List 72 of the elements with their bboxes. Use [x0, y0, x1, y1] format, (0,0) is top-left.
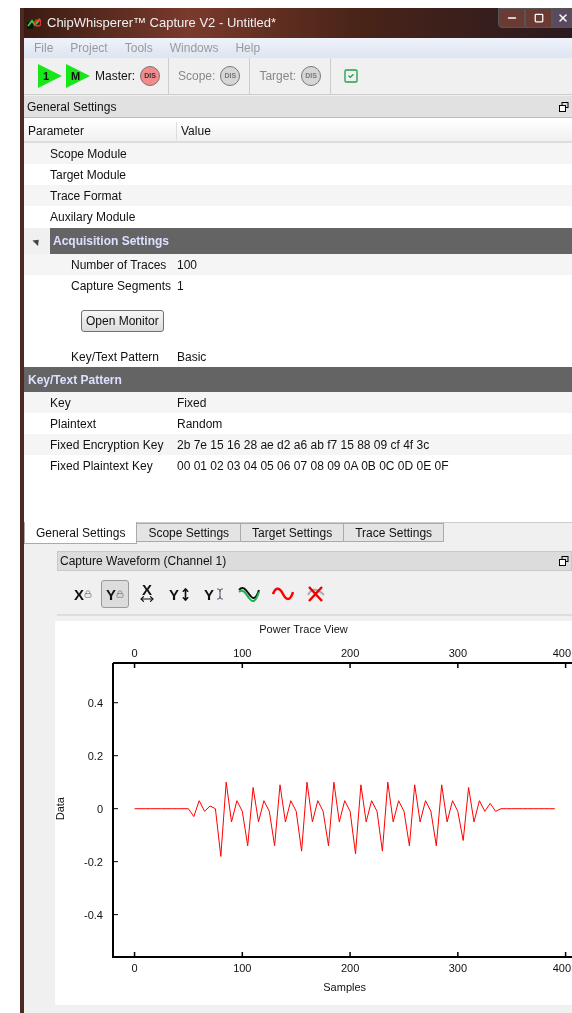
y-tick-label: 0	[96, 802, 103, 815]
y-autoscale-button[interactable]: Y	[165, 580, 196, 608]
x-tick-label: 300	[448, 647, 468, 659]
x-autoscale-button[interactable]: X	[133, 580, 161, 608]
parameter-name: Capture Segments	[70, 277, 173, 295]
y-axis-label: Data	[55, 797, 66, 821]
tab[interactable]: Trace Settings	[343, 523, 445, 542]
x-tick-label: 300	[448, 962, 468, 974]
parameter-value[interactable]: Fixed	[177, 393, 207, 412]
column-header[interactable]: Parameter	[24, 121, 177, 140]
close-icon	[557, 12, 569, 24]
parameter-name: Trace Format	[49, 187, 123, 205]
dock-title: General Settings	[27, 98, 117, 116]
chart-title: Power Trace View	[259, 623, 348, 635]
tab[interactable]: Scope Settings	[136, 523, 242, 542]
crossed-wave-icon	[306, 585, 327, 603]
column-header[interactable]: Value	[177, 121, 211, 140]
parameter-name: Target Module	[49, 166, 128, 184]
parameter-value[interactable]: 100	[177, 255, 198, 274]
parameter-name: Fixed Plaintext Key	[49, 457, 154, 475]
connection-label: Master:	[95, 68, 135, 85]
float-icon[interactable]	[559, 101, 569, 112]
dock-title: Capture Waveform (Channel 1)	[60, 553, 227, 570]
parameter-name: Key	[49, 394, 72, 412]
y-tick-label: 0.2	[87, 749, 103, 762]
parameter-name: Scope Module	[49, 145, 128, 163]
maximize-icon	[533, 13, 544, 23]
tab[interactable]: General Settings	[24, 522, 138, 544]
minimize-button[interactable]	[498, 8, 525, 28]
lock-icon	[116, 590, 124, 598]
parameter-value[interactable]: Basic	[177, 347, 207, 366]
tab[interactable]: Target Settings	[240, 523, 345, 542]
parameter-value[interactable]: 00 01 02 03 04 05 06 07 08 09 0A 0B 0C 0D 0E 0F	[177, 456, 449, 475]
connection-label: Scope:	[178, 68, 216, 85]
x-tick-label: 0	[131, 647, 138, 659]
connection-label: Target:	[259, 68, 297, 85]
group-header[interactable]: Acquisition Settings	[50, 228, 572, 254]
x-tick-label: 400	[552, 647, 571, 659]
two-waves-icon	[238, 586, 261, 602]
wave-icon	[272, 586, 295, 602]
x-tick-label: 400	[552, 962, 571, 974]
open-monitor-button[interactable]: Open Monitor	[81, 310, 164, 332]
checkbox[interactable]	[343, 68, 360, 84]
parameter-name: Auxilary Module	[49, 208, 137, 226]
close-button[interactable]	[552, 8, 572, 28]
parameter-value[interactable]: 1	[177, 276, 184, 295]
x-axis-label: Samples	[323, 981, 367, 993]
parameter-name: Key/Text Pattern	[70, 348, 161, 366]
app-logo-icon	[27, 17, 41, 29]
parameter-name: Number of Traces	[70, 256, 168, 274]
x-lock-button[interactable]: X	[69, 580, 97, 608]
y-lock-button[interactable]: Y	[101, 580, 129, 608]
x-tick-label: 200	[340, 647, 360, 659]
maximize-button[interactable]	[525, 8, 552, 28]
lock-icon	[84, 590, 92, 598]
x-tick-label: 0	[131, 962, 138, 974]
x-tick-label: 100	[233, 962, 252, 974]
section-header[interactable]: Key/Text Pattern	[24, 367, 572, 392]
y-tick-label: -0.2	[84, 855, 103, 868]
parameter-name: Plaintext	[49, 415, 98, 433]
x-tick-label: 200	[340, 962, 360, 974]
y-tick-label: 0.4	[87, 696, 103, 709]
y-cursor-button[interactable]: Y	[200, 580, 231, 608]
run-button[interactable]: 1	[38, 64, 62, 88]
parameter-name: Fixed Encryption Key	[49, 436, 165, 454]
float-icon[interactable]	[559, 556, 569, 566]
parameter-value[interactable]: 2b 7e 15 16 28 ae d2 a6 ab f7 15 88 09 cf 4f 3c	[177, 435, 430, 454]
run-button[interactable]: M	[66, 64, 90, 88]
y-tick-label: -0.4	[84, 908, 103, 921]
window-title: ChipWhisperer™ Capture V2 - Untitled*	[47, 14, 277, 33]
x-tick-label: 100	[233, 647, 252, 659]
parameter-value[interactable]: Random	[177, 414, 223, 433]
